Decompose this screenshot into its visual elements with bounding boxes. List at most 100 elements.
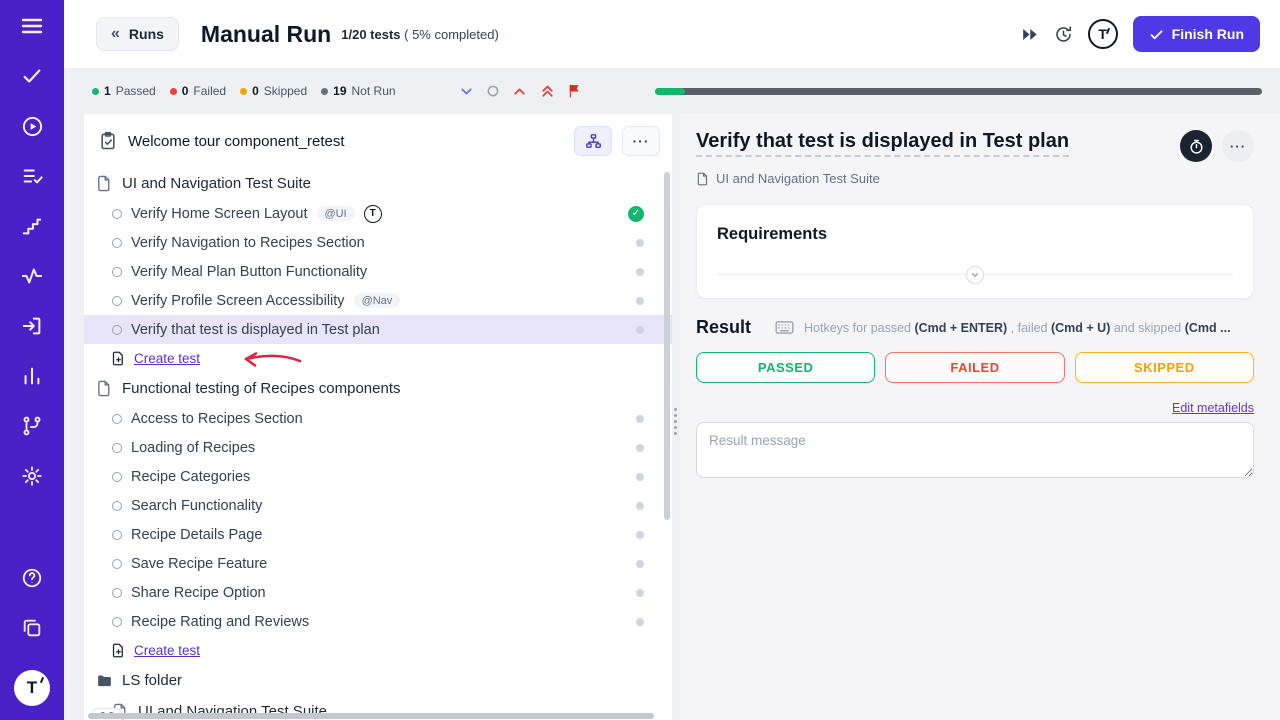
folder-name: LS folder <box>122 672 182 689</box>
create-test-link[interactable]: Create test <box>134 351 200 366</box>
result-title: Result <box>696 317 751 338</box>
brand-logo[interactable]: T <box>14 670 50 706</box>
steps-icon[interactable] <box>20 214 44 238</box>
folder-icon <box>96 672 113 689</box>
requirements-divider <box>717 274 1233 284</box>
horizontal-scrollbar[interactable] <box>88 713 654 719</box>
failed-label: Failed <box>193 84 226 98</box>
main-area: « Runs Manual Run 1/20 tests ( 5% comple… <box>64 0 1280 720</box>
test-label: Verify Meal Plan Button Functionality <box>131 264 367 280</box>
timer-button[interactable] <box>1180 130 1212 162</box>
notrun-dot-icon <box>636 473 644 481</box>
run-play-icon[interactable] <box>20 114 44 138</box>
file-plus-icon <box>111 351 126 366</box>
back-to-runs-button[interactable]: « Runs <box>96 17 179 51</box>
panel-splitter[interactable] <box>672 114 680 720</box>
status-circle-icon <box>112 325 122 335</box>
completed-percent: ( 5% completed) <box>404 27 499 42</box>
header-brand-logo[interactable]: T <box>1088 19 1118 49</box>
login-icon[interactable] <box>20 314 44 338</box>
test-label: Verify that test is displayed in Test pl… <box>131 322 380 338</box>
passed-button[interactable]: PASSED <box>696 352 875 383</box>
notrun-legend: 19Not Run <box>321 84 395 98</box>
tree-view-button[interactable] <box>574 126 612 156</box>
create-test-link[interactable]: Create test <box>134 643 200 658</box>
result-buttons: PASSED FAILED SKIPPED <box>696 352 1254 383</box>
tests-panel-header: Welcome tour component_retest ··· <box>84 114 672 168</box>
automated-logo-letter: T <box>370 208 376 219</box>
run-progress-text: 1/20 tests ( 5% completed) <box>341 27 499 42</box>
top-bar: « Runs Manual Run 1/20 tests ( 5% comple… <box>64 0 1280 68</box>
finish-run-button[interactable]: Finish Run <box>1133 16 1260 52</box>
folder-row[interactable]: LS folder <box>84 665 672 696</box>
test-row[interactable]: Share Recipe Option <box>84 578 672 607</box>
breadcrumb-suite-name: UI and Navigation Test Suite <box>716 171 880 186</box>
result-message-input[interactable] <box>696 422 1254 478</box>
filter-icons <box>458 83 583 100</box>
test-row[interactable]: Search Functionality <box>84 491 672 520</box>
help-icon[interactable] <box>20 566 44 590</box>
test-label: Recipe Details Page <box>131 527 262 543</box>
test-row[interactable]: Save Recipe Feature <box>84 549 672 578</box>
test-row[interactable]: Recipe Categories <box>84 462 672 491</box>
runs-button-label: Runs <box>129 26 164 42</box>
suite-row[interactable]: Functional testing of Recipes components <box>84 373 672 404</box>
splitter-grip-icon <box>674 408 677 435</box>
notrun-dot-icon <box>636 326 644 334</box>
circle-outline-icon[interactable] <box>486 84 500 98</box>
suite-name: Functional testing of Recipes components <box>122 380 401 397</box>
panel-more-button[interactable]: ··· <box>622 126 660 156</box>
fast-forward-icon[interactable] <box>1020 25 1039 44</box>
test-row[interactable]: Verify Navigation to Recipes Section <box>84 228 672 257</box>
test-label: Recipe Categories <box>131 469 250 485</box>
test-row[interactable]: Verify Home Screen Layout @UI T ✓ <box>84 199 672 228</box>
test-row[interactable]: Verify Meal Plan Button Functionality <box>84 257 672 286</box>
test-label: Verify Profile Screen Accessibility <box>131 293 345 309</box>
chevron-up-icon[interactable] <box>511 83 528 100</box>
test-row[interactable]: Recipe Rating and Reviews <box>84 607 672 636</box>
docs-copy-icon[interactable] <box>20 616 44 640</box>
test-label: Save Recipe Feature <box>131 556 267 572</box>
breadcrumb[interactable]: UI and Navigation Test Suite <box>696 171 1254 186</box>
failed-button[interactable]: FAILED <box>885 352 1064 383</box>
skipped-button[interactable]: SKIPPED <box>1075 352 1254 383</box>
menu-icon[interactable] <box>20 14 44 38</box>
status-circle-icon <box>112 501 122 511</box>
double-chevron-up-icon[interactable] <box>539 83 556 100</box>
hotkeys-text: , failed <box>1007 321 1051 335</box>
chart-icon[interactable] <box>20 364 44 388</box>
detail-more-button[interactable]: ··· <box>1222 130 1254 162</box>
rerun-timer-icon[interactable] <box>1054 25 1073 44</box>
activity-icon[interactable] <box>20 264 44 288</box>
check-icon[interactable] <box>20 64 44 88</box>
test-row[interactable]: Verify Profile Screen Accessibility @Nav <box>84 286 672 315</box>
page-title: Manual Run <box>201 21 331 48</box>
flag-icon[interactable] <box>567 83 583 99</box>
chevron-down-icon[interactable] <box>458 83 475 100</box>
test-row[interactable]: Recipe Details Page <box>84 520 672 549</box>
hotkey-skipped: (Cmd ... <box>1185 321 1231 335</box>
create-test-row: Create test <box>84 344 672 373</box>
requirements-card: Requirements <box>696 204 1254 299</box>
skipped-legend: 0Skipped <box>240 84 307 98</box>
hotkey-passed: (Cmd + ENTER) <box>914 321 1007 335</box>
test-row[interactable]: Access to Recipes Section <box>84 404 672 433</box>
test-row[interactable]: Loading of Recipes <box>84 433 672 462</box>
checklist-icon[interactable] <box>20 164 44 188</box>
test-row-selected[interactable]: Verify that test is displayed in Test pl… <box>84 315 672 344</box>
more-icon: ··· <box>633 133 650 149</box>
status-circle-icon <box>112 296 122 306</box>
status-circle-icon <box>112 209 122 219</box>
skipped-count: 0 <box>252 84 259 98</box>
status-circle-icon <box>112 530 122 540</box>
finish-run-label: Finish Run <box>1172 26 1244 42</box>
app-window: T « Runs Manual Run 1/20 tests ( 5% comp… <box>0 0 1280 720</box>
expand-requirements-button[interactable] <box>966 266 984 284</box>
notrun-dot-icon <box>636 531 644 539</box>
suite-row[interactable]: UI and Navigation Test Suite <box>84 168 672 199</box>
branch-icon[interactable] <box>20 414 44 438</box>
edit-metafields-link[interactable]: Edit metafields <box>1172 401 1254 415</box>
vertical-scrollbar[interactable] <box>664 172 670 520</box>
notrun-dot-icon <box>636 415 644 423</box>
settings-gear-icon[interactable] <box>20 464 44 488</box>
